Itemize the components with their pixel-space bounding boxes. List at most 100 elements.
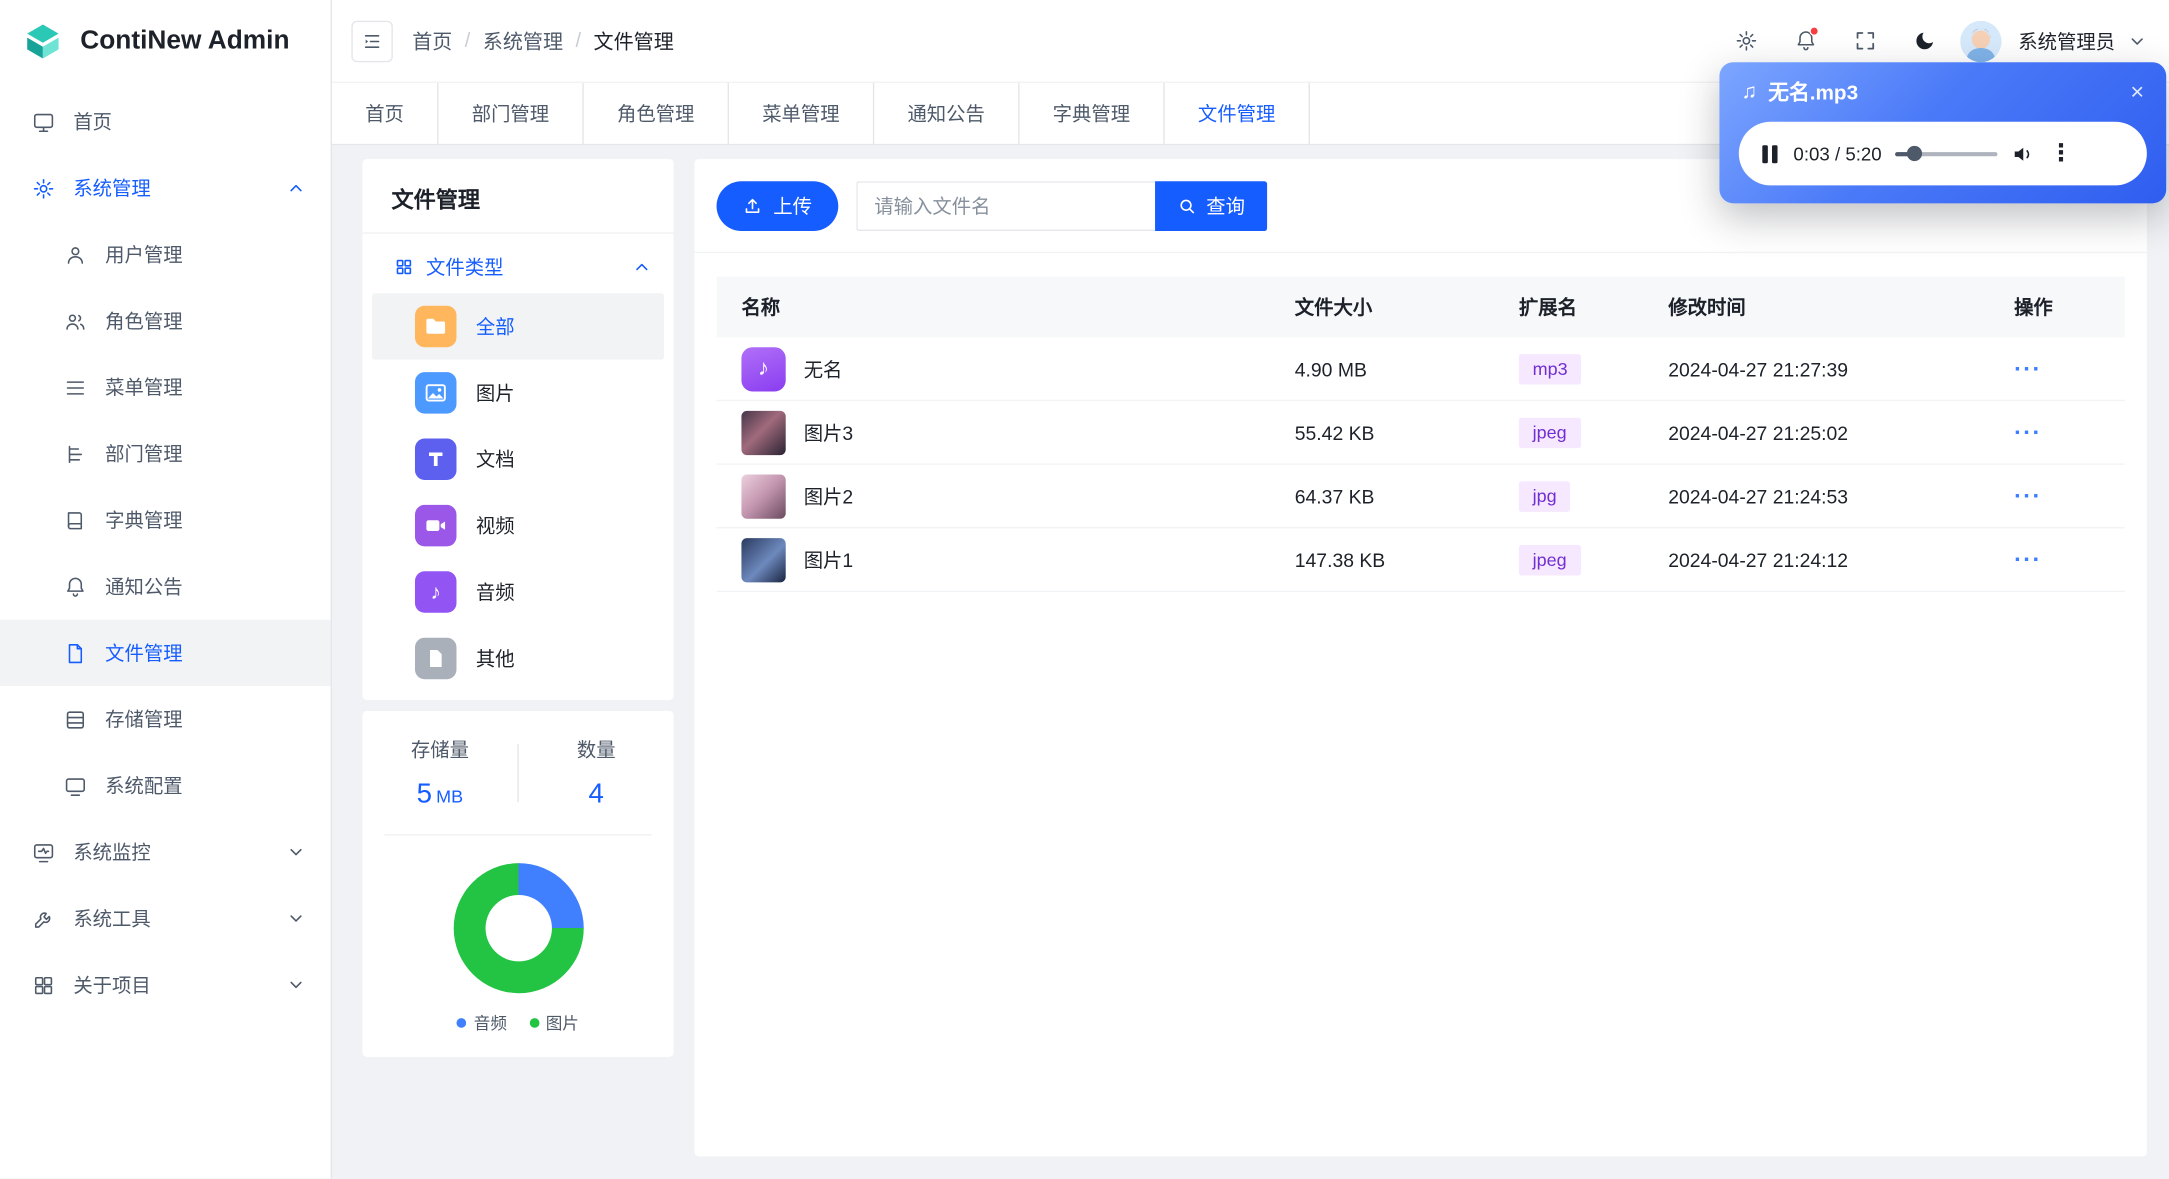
app-title: ContiNew Admin [80, 26, 290, 56]
breadcrumb-system[interactable]: 系统管理 [483, 26, 563, 55]
sidebar-item-system[interactable]: 系统管理 [0, 155, 331, 221]
kebab-menu-icon[interactable]: ⋮ [2049, 140, 2073, 168]
volume-icon[interactable] [2012, 142, 2036, 166]
file-type-label: 其他 [475, 647, 515, 670]
sidebar-item-config[interactable]: 系统配置 [0, 753, 331, 819]
image-thumbnail [741, 410, 786, 455]
storage-value: 5 [416, 778, 433, 810]
username[interactable]: 系统管理员 [2018, 27, 2115, 55]
sidebar-item-storage[interactable]: 存储管理 [0, 686, 331, 752]
breadcrumb-home[interactable]: 首页 [412, 26, 452, 55]
ext-badge: jpg [1518, 480, 1571, 512]
legend-dot [457, 1018, 467, 1028]
progress-thumb[interactable] [1906, 145, 1922, 162]
tab-notices[interactable]: 通知公告 [874, 82, 1020, 144]
fullscreen-button[interactable] [1841, 17, 1888, 64]
audio-file-icon: ♪ [741, 346, 786, 391]
file-name: 无名 [803, 357, 843, 380]
chevron-down-icon [290, 981, 302, 989]
breadcrumb-separator: / [575, 29, 582, 52]
sidebar-item-label: 系统管理 [73, 177, 151, 200]
column-header-name: 名称 [741, 296, 781, 319]
row-more-button[interactable]: ··· [2014, 355, 2042, 381]
sidebar-collapse-button[interactable] [351, 20, 393, 62]
sidebar-item-label: 文件管理 [105, 641, 183, 664]
file-type-all[interactable]: 全部 [372, 293, 664, 360]
file-type-document[interactable]: 文档 [372, 426, 664, 492]
count-label: 数量 [576, 738, 616, 761]
breadcrumb-separator: / [464, 29, 471, 52]
row-more-button[interactable]: ··· [2014, 418, 2042, 444]
file-size: 64.37 KB [1294, 484, 1375, 507]
row-more-button[interactable]: ··· [2014, 546, 2042, 572]
dark-mode-button[interactable] [1901, 17, 1948, 64]
sidebar-item-label: 用户管理 [105, 243, 183, 266]
topbar-actions: 系统管理员 [1722, 17, 2147, 64]
org-tree-icon [68, 445, 83, 463]
ext-badge: jpeg [1518, 544, 1581, 575]
table-header-row: 名称 文件大小 扩展名 修改时间 操作 [716, 276, 2125, 338]
file-type-other[interactable]: 其他 [372, 625, 664, 691]
audio-player-popup: ♫ 无名.mp3 × 0:03 / 5:20 ⋮ [1719, 62, 2167, 204]
tab-dictionary[interactable]: 字典管理 [1019, 82, 1165, 144]
tab-menus[interactable]: 菜单管理 [729, 82, 875, 144]
file-name: 图片1 [803, 548, 854, 571]
panel-title: 文件管理 [391, 189, 481, 214]
chevron-down-icon[interactable] [2128, 31, 2147, 50]
sidebar-item-files[interactable]: 文件管理 [0, 619, 331, 687]
sidebar-item-home[interactable]: 首页 [0, 89, 331, 155]
tab-roles[interactable]: 角色管理 [584, 82, 729, 144]
file-type-image[interactable]: 图片 [372, 360, 664, 426]
close-icon[interactable]: × [2130, 80, 2144, 104]
search-group: 查询 [856, 181, 1268, 232]
search-input[interactable] [856, 181, 1156, 232]
file-type-card: 文件管理 文件类型 全部 图片 文档 视频 ♪ 音频 其他 [362, 159, 674, 700]
file-type-label: 音频 [475, 580, 515, 604]
table-row[interactable]: 图片2 64.37 KB jpg 2024-04-27 21:24:53 ··· [716, 465, 2125, 529]
sidebar-item-roles[interactable]: 角色管理 [0, 288, 331, 354]
sidebar-item-dictionary[interactable]: 字典管理 [0, 487, 331, 553]
sidebar-item-label: 关于项目 [73, 973, 151, 996]
sidebar-item-tools[interactable]: 系统工具 [0, 885, 331, 951]
bell-icon [67, 576, 84, 597]
file-type-label: 视频 [475, 514, 515, 537]
file-type-audio[interactable]: ♪ 音频 [372, 559, 664, 625]
app-logo[interactable]: ContiNew Admin [0, 0, 331, 83]
file-filter-column: 文件管理 文件类型 全部 图片 文档 视频 ♪ 音频 其他 存储量 5 MB 数… [362, 159, 674, 1156]
file-time: 2024-04-27 21:24:53 [1668, 484, 1849, 507]
tab-files[interactable]: 文件管理 [1165, 82, 1310, 144]
sidebar-item-users[interactable]: 用户管理 [0, 221, 331, 287]
file-type-video[interactable]: 视频 [372, 492, 664, 558]
sidebar-item-notices[interactable]: 通知公告 [0, 553, 331, 619]
sidebar-item-departments[interactable]: 部门管理 [0, 421, 331, 487]
gear-icon [1735, 31, 1756, 51]
settings-button[interactable] [1722, 17, 1769, 64]
image-thumbnail [741, 473, 786, 519]
sidebar-item-about[interactable]: 关于项目 [0, 952, 331, 1018]
table-row[interactable]: 图片1 147.38 KB jpeg 2024-04-27 21:24:12 ·… [716, 528, 2125, 593]
divider [384, 834, 652, 836]
file-type-label: 图片 [475, 381, 515, 404]
tab-departments[interactable]: 部门管理 [439, 82, 584, 144]
column-header-time: 修改时间 [1668, 296, 1746, 319]
music-icon: ♪ [414, 571, 457, 613]
monitor-icon [65, 777, 85, 796]
table-row[interactable]: 图片3 55.42 KB jpeg 2024-04-27 21:25:02 ··… [716, 401, 2125, 465]
table-row[interactable]: ♪ 无名 4.90 MB mp3 2024-04-27 21:27:39 ··· [716, 338, 2125, 402]
sidebar-item-label: 存储管理 [105, 708, 183, 731]
sidebar-item-monitoring[interactable]: 系统监控 [0, 819, 331, 885]
dashboard-icon [33, 113, 54, 132]
upload-button[interactable]: 上传 [716, 181, 839, 232]
row-more-button[interactable]: ··· [2014, 482, 2042, 508]
count-value: 4 [588, 778, 604, 810]
pause-button[interactable] [1760, 142, 1780, 166]
file-type-group-header[interactable]: 文件类型 [362, 234, 673, 293]
sidebar-item-label: 首页 [73, 110, 113, 133]
avatar[interactable] [1960, 20, 2002, 62]
notifications-button[interactable] [1782, 17, 1829, 64]
progress-slider[interactable] [1895, 145, 1998, 162]
column-header-ext: 扩展名 [1518, 296, 1577, 319]
query-button[interactable]: 查询 [1155, 181, 1268, 232]
sidebar-item-menus[interactable]: 菜单管理 [0, 354, 331, 420]
tab-home[interactable]: 首页 [332, 82, 439, 144]
